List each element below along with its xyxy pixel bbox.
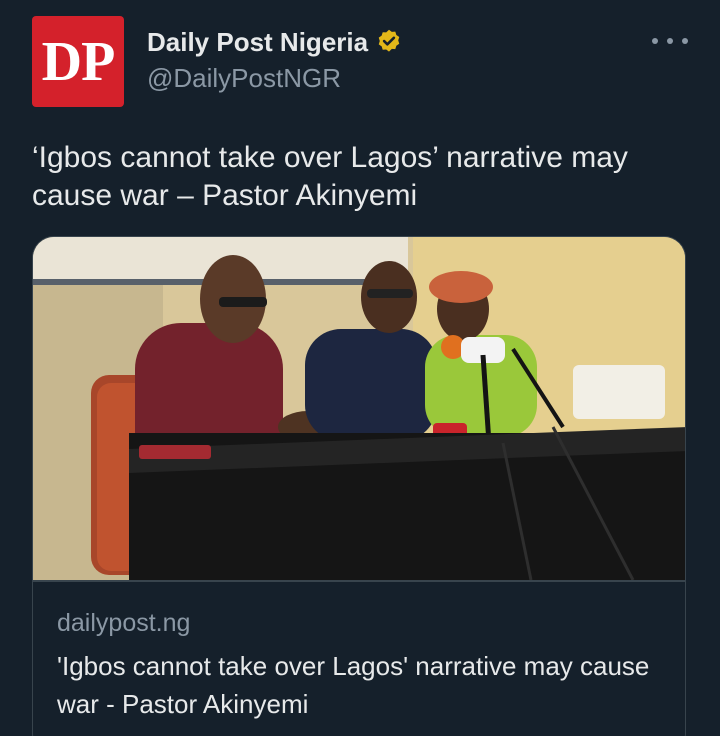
author-name-row: Daily Post Nigeria bbox=[147, 24, 403, 60]
author-handle[interactable]: @DailyPostNGR bbox=[147, 63, 341, 94]
photo-ac-unit bbox=[573, 365, 665, 419]
card-title: 'Igbos cannot take over Lagos' narrative… bbox=[57, 651, 650, 719]
tweet[interactable]: DP Daily Post Nigeria @DailyPostNGR ‘Igb… bbox=[0, 0, 720, 736]
tweet-text: ‘Igbos cannot take over Lagos’ narrative… bbox=[32, 141, 628, 212]
photo-woman-headtie bbox=[429, 271, 493, 303]
verified-badge-icon[interactable] bbox=[375, 28, 403, 56]
more-dot bbox=[682, 38, 688, 44]
photo-man2-body bbox=[305, 329, 437, 441]
more-dot bbox=[667, 38, 673, 44]
card-photo bbox=[33, 237, 685, 580]
photo-man2-glasses bbox=[367, 289, 413, 298]
avatar[interactable]: DP bbox=[32, 16, 124, 107]
link-card[interactable]: dailypost.ng 'Igbos cannot take over Lag… bbox=[32, 236, 686, 736]
more-dot bbox=[652, 38, 658, 44]
author-display-name[interactable]: Daily Post Nigeria bbox=[147, 27, 368, 58]
card-divider bbox=[33, 580, 685, 582]
avatar-logo-text: DP bbox=[41, 30, 116, 93]
more-options-icon[interactable] bbox=[652, 30, 688, 52]
photo-man1-glasses bbox=[219, 297, 267, 307]
photo-phone-red bbox=[139, 445, 211, 459]
card-domain: dailypost.ng bbox=[57, 609, 191, 637]
